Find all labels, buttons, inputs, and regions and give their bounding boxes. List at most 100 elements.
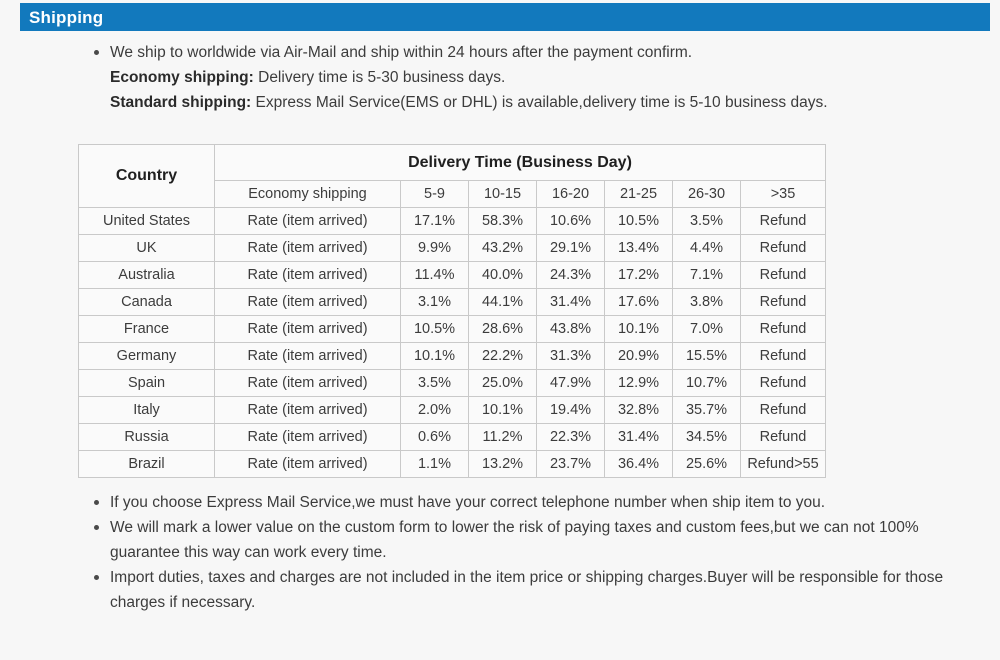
delivery-rate-table: Country Delivery Time (Business Day) Eco… [78,144,826,478]
cell-rate-5-9: 10.1% [400,342,469,370]
cell-rate-5-9: 2.0% [400,396,469,424]
table-row: Italy Rate (item arrived) 2.0% 10.1% 19.… [78,396,826,424]
cell-rate-5-9: 9.9% [400,234,469,262]
cell-country: United States [78,207,215,235]
list-item: Import duties, taxes and charges are not… [88,565,968,615]
bullet-dot-icon [94,500,99,505]
cell-rate-5-9: 17.1% [400,207,469,235]
cell-rate-over-35: Refund [740,288,826,316]
table-row: UK Rate (item arrived) 9.9% 43.2% 29.1% … [78,234,826,262]
list-item: If you choose Express Mail Service,we mu… [88,490,968,515]
cell-economy: Rate (item arrived) [214,369,401,397]
cell-rate-10-15: 22.2% [468,342,537,370]
list-item: We will mark a lower value on the custom… [88,515,968,565]
economy-shipping-text: Delivery time is 5-30 business days. [253,69,506,86]
standard-shipping-label: Standard shipping: [110,94,252,111]
outro-text-1: If you choose Express Mail Service,we mu… [110,494,826,511]
cell-country: Italy [78,396,215,424]
economy-shipping-label: Economy shipping: [110,69,254,86]
cell-country: Germany [78,342,215,370]
cell-country: UK [78,234,215,262]
cell-rate-26-30: 3.5% [672,207,741,235]
cell-country: Canada [78,288,215,316]
cell-rate-21-25: 10.1% [604,315,673,343]
table-row: Canada Rate (item arrived) 3.1% 44.1% 31… [78,288,826,316]
cell-rate-16-20: 22.3% [536,423,605,451]
page-title: Shipping [29,7,104,27]
intro-line-1: We ship to worldwide via Air-Mail and sh… [110,44,693,61]
section-header-bar: Shipping [20,3,990,31]
cell-rate-26-30: 15.5% [672,342,741,370]
cell-rate-16-20: 19.4% [536,396,605,424]
cell-rate-over-35: Refund [740,315,826,343]
column-header-over-35: >35 [740,180,826,208]
outro-bullet-list: If you choose Express Mail Service,we mu… [88,490,968,615]
table-row: Brazil Rate (item arrived) 1.1% 13.2% 23… [78,450,826,478]
cell-rate-10-15: 10.1% [468,396,537,424]
cell-rate-21-25: 17.6% [604,288,673,316]
cell-rate-21-25: 20.9% [604,342,673,370]
cell-rate-10-15: 58.3% [468,207,537,235]
cell-rate-21-25: 13.4% [604,234,673,262]
cell-rate-21-25: 36.4% [604,450,673,478]
cell-economy: Rate (item arrived) [214,423,401,451]
table-header-row-group: Country Delivery Time (Business Day) [78,144,826,208]
standard-shipping-text: Express Mail Service(EMS or DHL) is avai… [251,94,828,111]
cell-rate-5-9: 0.6% [400,423,469,451]
bullet-dot-icon [94,575,99,580]
table-head: Country Delivery Time (Business Day) Eco… [78,144,826,208]
column-header-5-9: 5-9 [400,180,469,208]
cell-economy: Rate (item arrived) [214,234,401,262]
cell-rate-16-20: 31.4% [536,288,605,316]
cell-country: Australia [78,261,215,289]
cell-rate-10-15: 43.2% [468,234,537,262]
intro-line-3: Standard shipping: Express Mail Service(… [110,90,968,115]
cell-economy: Rate (item arrived) [214,450,401,478]
cell-rate-10-15: 28.6% [468,315,537,343]
outro-text-3: Import duties, taxes and charges are not… [110,569,944,611]
column-header-16-20: 16-20 [536,180,605,208]
cell-rate-10-15: 44.1% [468,288,537,316]
cell-rate-over-35: Refund [740,207,826,235]
table-body: United States Rate (item arrived) 17.1% … [78,207,826,478]
bullet-dot-icon [94,50,99,55]
column-header-country: Country [78,144,215,208]
cell-rate-5-9: 11.4% [400,261,469,289]
bullet-dot-icon [94,525,99,530]
cell-economy: Rate (item arrived) [214,315,401,343]
cell-country: France [78,315,215,343]
cell-rate-16-20: 47.9% [536,369,605,397]
cell-rate-26-30: 7.0% [672,315,741,343]
cell-rate-26-30: 4.4% [672,234,741,262]
cell-rate-over-35: Refund [740,423,826,451]
cell-rate-5-9: 3.1% [400,288,469,316]
cell-country: Brazil [78,450,215,478]
cell-rate-10-15: 11.2% [468,423,537,451]
cell-rate-over-35: Refund [740,261,826,289]
table-row: Australia Rate (item arrived) 11.4% 40.0… [78,261,826,289]
cell-rate-26-30: 35.7% [672,396,741,424]
cell-rate-over-35: Refund [740,234,826,262]
column-header-economy-shipping: Economy shipping [214,180,401,208]
cell-rate-10-15: 13.2% [468,450,537,478]
cell-rate-over-35: Refund [740,342,826,370]
cell-rate-21-25: 31.4% [604,423,673,451]
cell-economy: Rate (item arrived) [214,261,401,289]
cell-economy: Rate (item arrived) [214,342,401,370]
cell-country: Spain [78,369,215,397]
cell-rate-16-20: 29.1% [536,234,605,262]
cell-rate-21-25: 10.5% [604,207,673,235]
cell-rate-5-9: 10.5% [400,315,469,343]
cell-rate-21-25: 12.9% [604,369,673,397]
cell-rate-16-20: 43.8% [536,315,605,343]
cell-rate-10-15: 40.0% [468,261,537,289]
cell-economy: Rate (item arrived) [214,207,401,235]
intro-line-2: Economy shipping: Delivery time is 5-30 … [110,65,968,90]
cell-rate-over-35: Refund>55 [740,450,826,478]
cell-rate-26-30: 25.6% [672,450,741,478]
table-row: France Rate (item arrived) 10.5% 28.6% 4… [78,315,826,343]
column-header-10-15: 10-15 [468,180,537,208]
cell-rate-26-30: 3.8% [672,288,741,316]
table-row: Germany Rate (item arrived) 10.1% 22.2% … [78,342,826,370]
cell-rate-16-20: 24.3% [536,261,605,289]
